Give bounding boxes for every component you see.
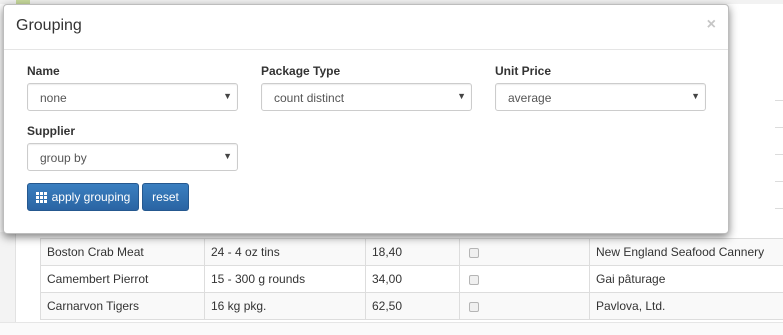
discontinued-cell: [459, 265, 590, 293]
supplier-cell: Gai pâturage: [589, 265, 783, 293]
product-name-cell: Camembert Pierrot: [40, 265, 205, 293]
grouping-dialog: Grouping × Name none ▼ Package Type coun…: [3, 4, 729, 234]
package-type-label: Package Type: [261, 64, 341, 78]
caret-down-icon: ▼: [691, 91, 700, 101]
discontinued-cell: [459, 292, 590, 320]
package-type-cell: 24 - 4 oz tins: [204, 238, 366, 266]
apply-grouping-label: apply grouping: [51, 190, 131, 204]
unit-price-aggregation-select[interactable]: average ▼: [495, 83, 706, 111]
table-row[interactable]: Carnarvon Tigers 16 kg pkg. 62,50 Pavlov…: [40, 292, 783, 320]
close-icon[interactable]: ×: [707, 16, 716, 34]
dialog-header: Grouping ×: [4, 5, 728, 50]
background-bottom-bar: [0, 322, 783, 335]
discontinued-cell: [459, 238, 590, 266]
supplier-aggregation-select[interactable]: group by ▼: [27, 143, 238, 171]
caret-down-icon: ▼: [457, 91, 466, 101]
unit-price-cell: 62,50: [365, 292, 460, 320]
package-type-aggregation-select[interactable]: count distinct ▼: [261, 83, 472, 111]
background-side-panel: [0, 232, 16, 322]
supplier-cell: New England Seafood Cannery: [589, 238, 783, 266]
table-row[interactable]: Boston Crab Meat 24 - 4 oz tins 18,40 Ne…: [40, 238, 783, 266]
name-label: Name: [27, 64, 60, 78]
products-table: Boston Crab Meat 24 - 4 oz tins 18,40 Ne…: [40, 238, 783, 320]
unit-price-cell: 18,40: [365, 238, 460, 266]
unit-price-label: Unit Price: [495, 64, 552, 78]
grid-icon: [35, 191, 47, 203]
table-row[interactable]: Camembert Pierrot 15 - 300 g rounds 34,0…: [40, 265, 783, 293]
caret-down-icon: ▼: [223, 151, 232, 161]
caret-down-icon: ▼: [223, 91, 232, 101]
package-type-select-value: count distinct: [274, 91, 345, 105]
reset-label: reset: [152, 190, 179, 204]
product-name-cell: Boston Crab Meat: [40, 238, 205, 266]
supplier-label: Supplier: [27, 124, 76, 138]
discontinued-checkbox[interactable]: [469, 274, 479, 285]
name-aggregation-select[interactable]: none ▼: [27, 83, 238, 111]
unit-price-select-value: average: [508, 91, 552, 105]
supplier-select-value: group by: [40, 151, 87, 165]
background-right-rows: [775, 100, 783, 240]
discontinued-checkbox[interactable]: [469, 301, 479, 312]
package-type-cell: 15 - 300 g rounds: [204, 265, 366, 293]
dialog-title: Grouping: [16, 17, 82, 34]
unit-price-cell: 34,00: [365, 265, 460, 293]
apply-grouping-button[interactable]: apply grouping: [27, 183, 139, 211]
name-select-value: none: [40, 91, 67, 105]
package-type-cell: 16 kg pkg.: [204, 292, 366, 320]
product-name-cell: Carnarvon Tigers: [40, 292, 205, 320]
reset-button[interactable]: reset: [142, 183, 189, 211]
supplier-cell: Pavlova, Ltd.: [589, 292, 783, 320]
discontinued-checkbox[interactable]: [469, 247, 479, 258]
